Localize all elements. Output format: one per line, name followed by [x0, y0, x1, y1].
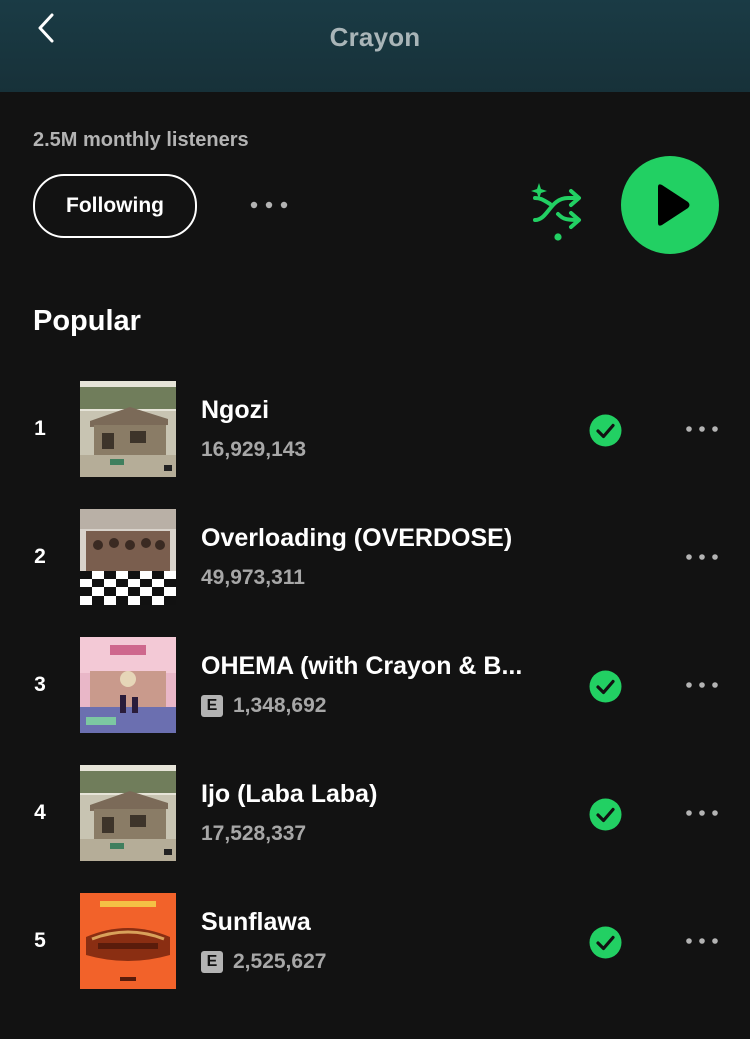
track-number: 2 [34, 545, 46, 568]
play-count: 17,528,337 [201, 822, 307, 845]
play-count: 16,929,143 [201, 438, 307, 461]
section-title-popular: Popular [33, 305, 141, 337]
more-horizontal-icon[interactable] [682, 670, 722, 700]
play-count: 2,525,627 [233, 950, 327, 973]
album-cover [80, 381, 176, 477]
play-count: 1,348,692 [233, 694, 327, 717]
explicit-badge: E [201, 951, 223, 973]
track-meta: E 2,525,627 [201, 950, 326, 974]
track-title: OHEMA (with Crayon & B... [201, 652, 523, 680]
shuffle-icon [531, 183, 581, 241]
track-meta: 49,973,311 [201, 566, 305, 590]
track-row-3[interactable]: 3 OHEMA (with Crayon & B... E 1,348,692 [0, 637, 750, 733]
track-row-1[interactable]: 1 Ngozi 16,929,143 [0, 381, 750, 477]
track-title: Ngozi [201, 396, 270, 424]
track-row-5[interactable]: 5 Sunflawa E 2,525,627 [0, 893, 750, 989]
saved-check-icon[interactable] [589, 798, 622, 831]
more-horizontal-icon[interactable] [682, 414, 722, 444]
more-horizontal-icon [250, 201, 288, 209]
more-horizontal-icon[interactable] [682, 542, 722, 572]
saved-check-icon[interactable] [589, 414, 622, 447]
shuffle-button[interactable] [528, 180, 588, 244]
album-cover [80, 509, 176, 605]
album-cover [80, 765, 176, 861]
monthly-listeners: 2.5M monthly listeners [33, 129, 249, 151]
track-title: Sunflawa [201, 908, 311, 936]
page-title: Crayon [329, 22, 421, 52]
more-horizontal-icon[interactable] [682, 926, 722, 956]
track-meta: 16,929,143 [201, 438, 306, 462]
track-number: 1 [34, 417, 46, 440]
track-title: Overloading (OVERDOSE) [201, 524, 513, 552]
track-number: 4 [34, 801, 46, 824]
track-meta: 17,528,337 [201, 822, 306, 846]
album-cover [80, 893, 176, 989]
play-button[interactable] [621, 156, 719, 254]
track-row-2[interactable]: 2 Overloading (OVERDOSE) 49,973,311 [0, 509, 750, 605]
track-number: 3 [34, 673, 46, 696]
play-count: 49,973,311 [201, 566, 305, 589]
track-meta: E 1,348,692 [201, 694, 326, 718]
album-cover [80, 637, 176, 733]
artist-more-button[interactable] [244, 190, 294, 220]
following-button[interactable]: Following [33, 174, 197, 238]
more-horizontal-icon[interactable] [682, 798, 722, 828]
explicit-badge: E [201, 695, 223, 717]
track-number: 5 [34, 929, 46, 952]
top-bar: Crayon [0, 0, 750, 92]
track-row-4[interactable]: 4 Ijo (Laba Laba) 17,528,337 [0, 765, 750, 861]
play-icon [658, 184, 690, 226]
saved-check-icon[interactable] [589, 670, 622, 703]
saved-check-icon[interactable] [589, 926, 622, 959]
track-title: Ijo (Laba Laba) [201, 780, 378, 808]
